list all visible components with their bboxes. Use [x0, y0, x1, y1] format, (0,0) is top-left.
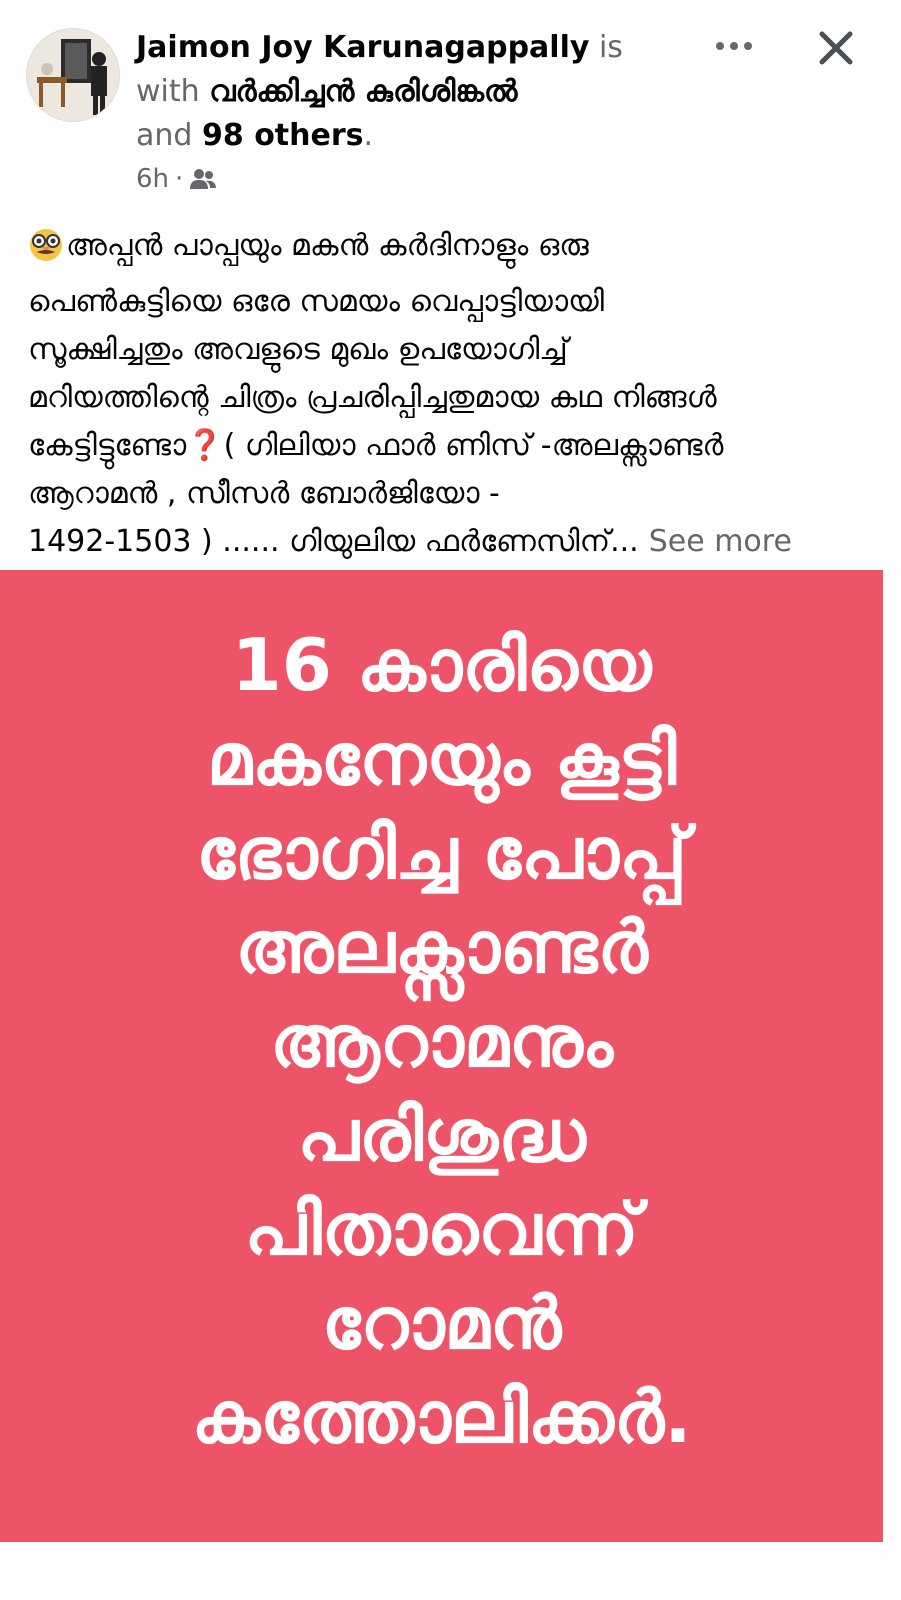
and-label: and	[136, 118, 193, 153]
is-label: is	[598, 30, 623, 65]
friends-icon[interactable]	[189, 168, 217, 190]
post-image-card[interactable]: 16 കാരിയെ മകനേയും കൂട്ടി ഭോഗിച്ച പോപ്പ് …	[0, 570, 883, 1542]
card-line-1: 16 കാരിയെ	[231, 623, 652, 707]
period: .	[363, 118, 374, 153]
card-line-9: കത്തോലിക്കർ.	[191, 1375, 692, 1459]
post-header-text: Jaimon Joy Karunagappally is with വർക്കി…	[136, 26, 676, 158]
close-post-button[interactable]	[808, 20, 864, 76]
card-line-8: റോമൻ	[321, 1281, 562, 1365]
body-line-1: അപ്പൻ പാപ്പയും മകൻ കർദിനാളും ഒരു	[66, 228, 589, 263]
post-meta: 6h ·	[136, 164, 217, 194]
more-horizontal-icon	[716, 42, 752, 50]
question-mark-icon: ❓	[186, 428, 224, 463]
facebook-post: Jaimon Joy Karunagappally is with വർക്കി…	[0, 0, 901, 1600]
body-line-7-text: 1492-1503 ) ...... ഗിയുലിയ ഫർണേസിന്...	[28, 524, 639, 559]
others-link[interactable]: 98 others	[202, 118, 364, 153]
image-card-text: 16 കാരിയെ മകനേയും കൂട്ടി ഭോഗിച്ച പോപ്പ് …	[0, 618, 883, 1464]
card-line-6: പരിശുദ്ധ	[297, 1093, 586, 1177]
card-line-3: ഭോഗിച്ച പോപ്പ്	[196, 811, 687, 895]
tagged-person[interactable]: വർക്കിച്ചൻ കുരിശിങ്കൽ	[209, 74, 517, 109]
body-line-5-tail: ( ഗിലിയാ ഫാർ ണിസ് -അലക്സാണ്ടർ	[223, 428, 724, 463]
body-line-7: 1492-1503 ) ...... ഗിയുലിയ ഫർണേസിന്... Se…	[28, 518, 878, 566]
author-avatar[interactable]	[26, 28, 120, 122]
body-line-2: പെൺകുട്ടിയെ ഒരേ സമയം വെപ്പാട്ടിയായി	[28, 284, 604, 319]
meta-separator: ·	[175, 164, 184, 194]
author-name[interactable]: Jaimon Joy Karunagappally	[136, 30, 589, 65]
card-line-4: അലക്സാണ്ടർ	[235, 905, 648, 989]
post-body-text: അപ്പൻ പാപ്പയും മകൻ കർദിനാളും ഒരു പെൺകുട്…	[28, 222, 878, 566]
card-line-2: മകനേയും കൂട്ടി	[206, 717, 677, 801]
see-more-link[interactable]: See more	[649, 524, 792, 559]
with-label: with	[136, 74, 200, 109]
close-icon	[819, 31, 853, 65]
post-header: Jaimon Joy Karunagappally is with വർക്കി…	[0, 0, 901, 210]
body-line-4: മറിയത്തിന്റെ ചിത്രം പ്രചരിപ്പിച്ചതുമായ ക…	[28, 380, 717, 415]
disguised-face-emoji-icon	[28, 227, 64, 278]
more-options-button[interactable]	[706, 24, 762, 68]
post-time[interactable]: 6h	[136, 164, 169, 194]
card-line-7: പിതാവെന്ന്	[244, 1187, 639, 1271]
body-line-5-text: കേട്ടിട്ടുണ്ടോ	[28, 428, 187, 463]
body-line-3: സൂക്ഷിച്ചതും അവളുടെ മുഖം ഉപയോഗിച്ച്	[28, 332, 568, 367]
card-line-5: ആറാമനും	[269, 999, 613, 1083]
avatar-image	[27, 29, 119, 121]
body-line-6: ആറാമൻ , സീസർ ബോർജിയോ -	[28, 476, 500, 511]
body-line-5: കേട്ടിട്ടുണ്ടോ❓( ഗിലിയാ ഫാർ ണിസ് -അലക്സാ…	[28, 422, 878, 470]
body-line: അപ്പൻ പാപ്പയും മകൻ കർദിനാളും ഒരു	[28, 222, 878, 278]
